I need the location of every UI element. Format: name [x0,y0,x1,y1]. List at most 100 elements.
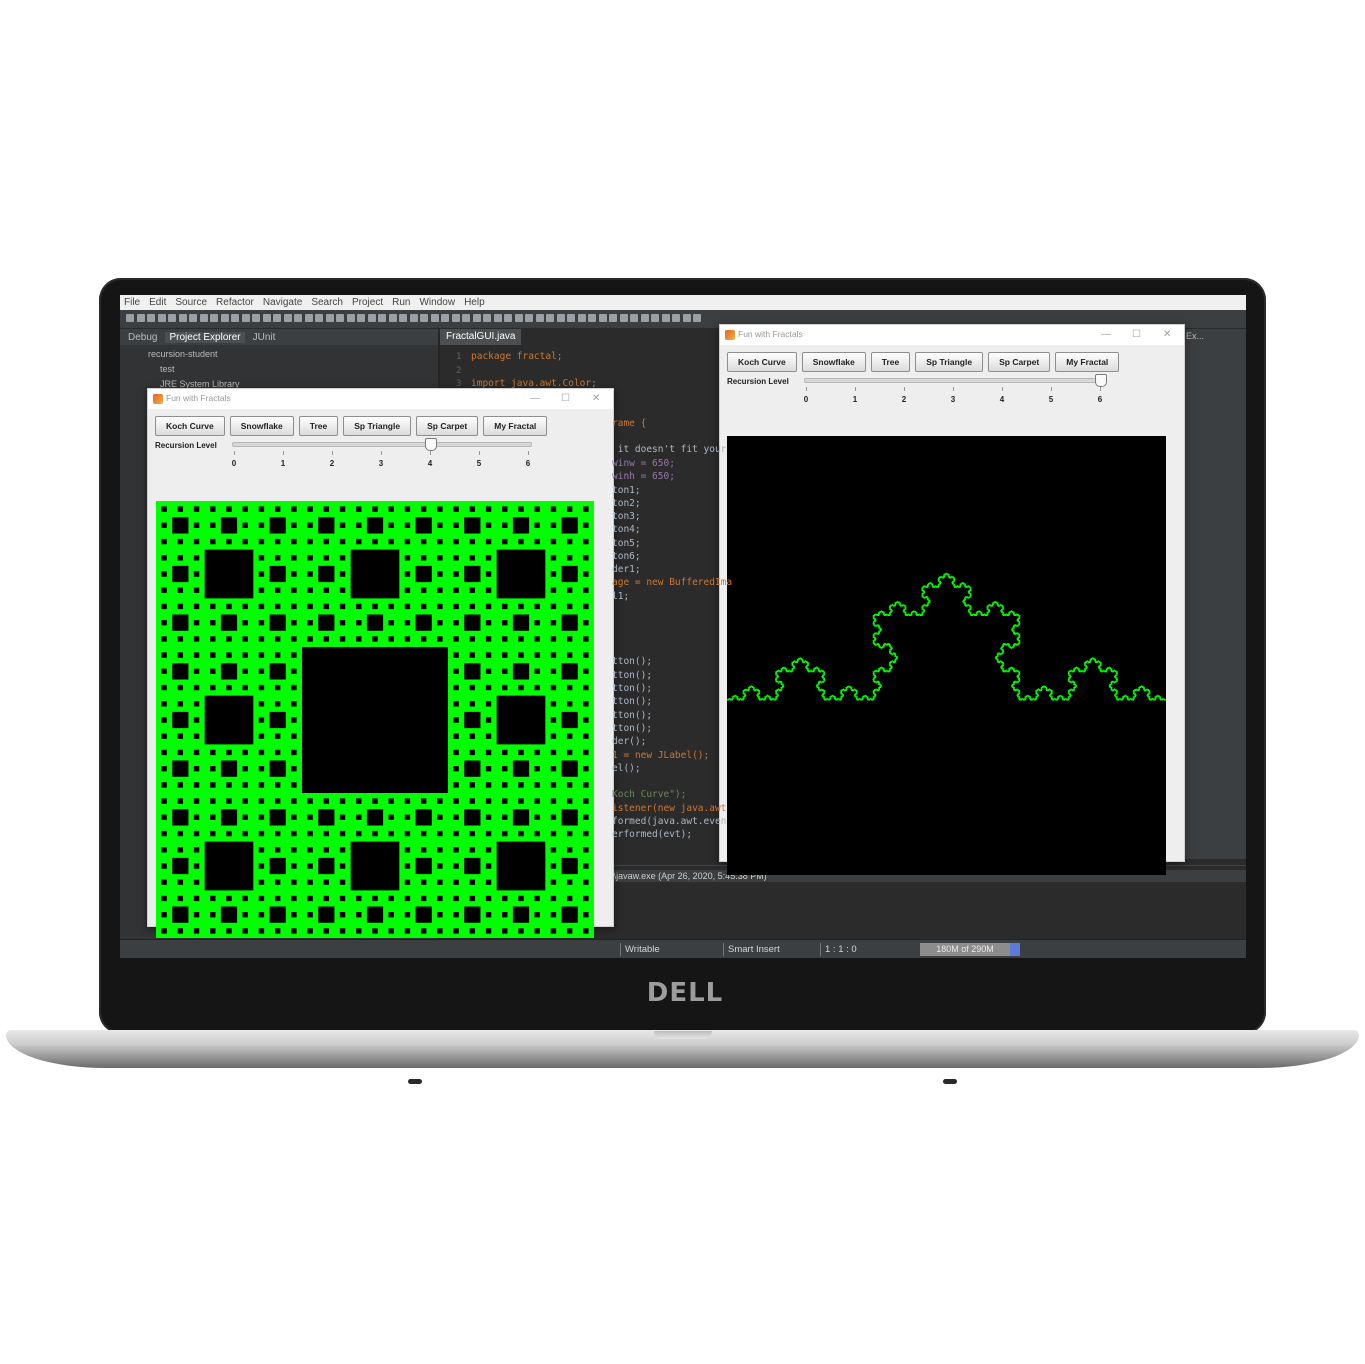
toolbar-icon[interactable] [199,314,208,322]
java-cup-icon [153,394,163,404]
toolbar-icon[interactable] [661,314,670,322]
toolbar-icon[interactable] [630,314,638,322]
toolbar-icon[interactable] [178,314,187,322]
outline-tab[interactable]: Ex... [1186,331,1204,341]
toolbar-icon[interactable] [472,314,481,322]
menu-window[interactable]: Window [419,297,455,308]
menu-source[interactable]: Source [175,297,207,308]
toolbar-icon[interactable] [441,314,449,322]
koch-curve-button[interactable]: Koch Curve [727,352,797,372]
toolbar-icon[interactable] [577,314,586,322]
menu-file[interactable]: File [124,297,140,308]
toolbar-icon[interactable] [325,314,334,322]
garbage-collect-icon[interactable] [1010,943,1020,956]
sp-carpet-button[interactable]: Sp Carpet [416,416,479,436]
my-fractal-button[interactable]: My Fractal [483,416,548,436]
slider-track[interactable] [232,442,532,447]
toolbar-icon[interactable] [535,314,544,322]
toolbar-icon[interactable] [357,314,365,322]
menu-project[interactable]: Project [352,297,383,308]
toolbar-icon[interactable] [651,314,659,322]
menu-refactor[interactable]: Refactor [216,297,254,308]
slider-thumb[interactable] [425,438,437,451]
toolbar-icon[interactable] [514,314,523,322]
toolbar-icon[interactable] [682,314,691,322]
toolbar-icon[interactable] [231,314,239,322]
toolbar-icon[interactable] [430,314,439,322]
maximize-icon[interactable]: ☐ [561,393,570,405]
toolbar-icon[interactable] [126,314,134,322]
window-titlebar[interactable]: Fun with Fractals — ☐ ✕ [148,389,613,409]
menu-help[interactable]: Help [464,297,485,308]
snowflake-button[interactable]: Snowflake [801,352,866,372]
toolbar-icon[interactable] [147,314,155,322]
menu-navigate[interactable]: Navigate [263,297,302,308]
toolbar-icon[interactable] [556,314,565,322]
toolbar-icon[interactable] [462,314,470,322]
toolbar-icon[interactable] [420,314,428,322]
editor-tab-fractalgui[interactable]: FractalGUI.java [440,329,522,345]
toolbar-icon[interactable] [451,314,460,322]
toolbar-icon[interactable] [168,314,176,322]
close-icon[interactable]: ✕ [1163,329,1171,341]
toolbar-icon[interactable] [241,314,250,322]
minimize-icon[interactable]: — [530,393,540,405]
toolbar-icon[interactable] [693,314,701,322]
tab-project-explorer[interactable]: Project Explorer [165,331,245,343]
toolbar-icon[interactable] [567,314,575,322]
koch-curve-button[interactable]: Koch Curve [155,416,225,436]
sp-triangle-button[interactable]: Sp Triangle [915,352,984,372]
toolbar-icon[interactable] [315,314,323,322]
window-titlebar[interactable]: Fun with Fractals — ☐ ✕ [720,325,1184,345]
heap-status[interactable]: 180M of 290M [920,943,1010,956]
toolbar-icon[interactable] [220,314,229,322]
tree-button[interactable]: Tree [298,416,339,436]
sp-triangle-button[interactable]: Sp Triangle [343,416,412,436]
toolbar-icon[interactable] [483,314,491,322]
toolbar-icon[interactable] [588,314,596,322]
toolbar-icon[interactable] [157,314,166,322]
tree-button[interactable]: Tree [870,352,911,372]
tree-item-test[interactable]: test [160,364,175,374]
toolbar-icon[interactable] [409,314,418,322]
toolbar-icon[interactable] [252,314,260,322]
menu-edit[interactable]: Edit [149,297,166,308]
toolbar-icon[interactable] [525,314,533,322]
toolbar-icon[interactable] [136,314,145,322]
toolbar-icon[interactable] [378,314,386,322]
maximize-icon[interactable]: ☐ [1132,329,1141,341]
toolbar-icon[interactable] [367,314,376,322]
laptop-foot-left [408,1079,422,1084]
slider-thumb[interactable] [1095,374,1107,387]
snowflake-button[interactable]: Snowflake [229,416,294,436]
minimize-icon[interactable]: — [1101,329,1111,341]
slider-track[interactable] [804,378,1104,383]
toolbar-icon[interactable] [262,314,271,322]
menu-run[interactable]: Run [392,297,410,308]
toolbar-icon[interactable] [189,314,197,322]
close-icon[interactable]: ✕ [592,393,600,405]
toolbar-icon[interactable] [399,314,407,322]
tab-junit[interactable]: JUnit [249,332,280,343]
toolbar-icon[interactable] [598,314,607,322]
toolbar-icon[interactable] [346,314,355,322]
toolbar-icon[interactable] [546,314,554,322]
my-fractal-button[interactable]: My Fractal [1055,352,1120,372]
toolbar-icon[interactable] [504,314,512,322]
menu-search[interactable]: Search [311,297,343,308]
toolbar-icon[interactable] [273,314,281,322]
toolbar-icon[interactable] [210,314,218,322]
toolbar-icon[interactable] [640,314,649,322]
toolbar-icon[interactable] [304,314,313,322]
tab-debug[interactable]: Debug [124,332,161,343]
toolbar-icon[interactable] [336,314,344,322]
toolbar-icon[interactable] [388,314,397,322]
tree-item-project[interactable]: recursion-student [148,349,218,359]
toolbar-icon[interactable] [609,314,617,322]
toolbar-icon[interactable] [619,314,628,322]
toolbar-icon[interactable] [672,314,680,322]
toolbar-icon[interactable] [294,314,302,322]
sp-carpet-button[interactable]: Sp Carpet [988,352,1051,372]
toolbar-icon[interactable] [283,314,292,322]
toolbar-icon[interactable] [493,314,502,322]
